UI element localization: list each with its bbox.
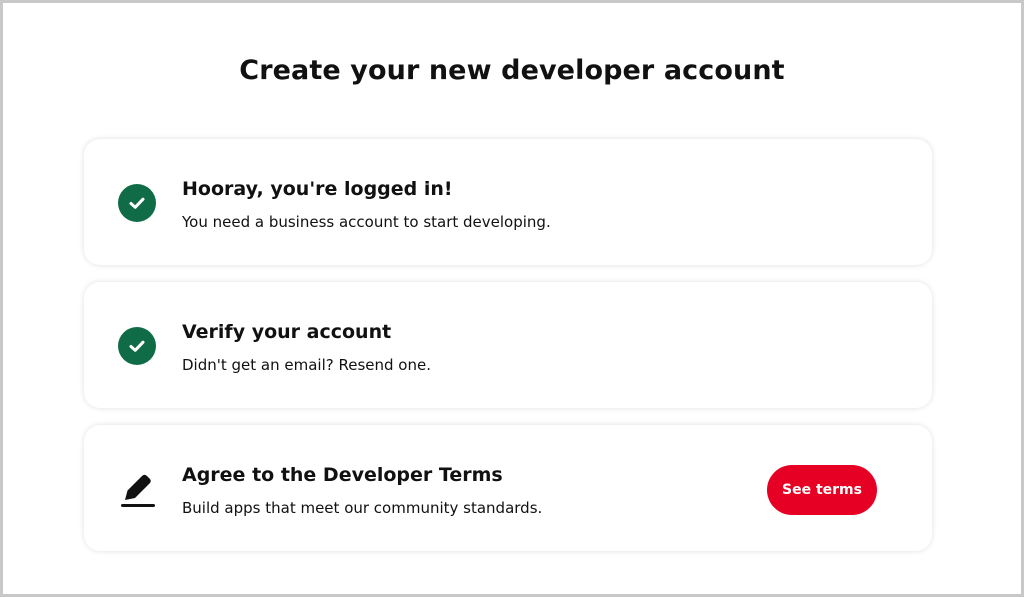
step-title: Agree to the Developer Terms [182, 464, 503, 486]
see-terms-button[interactable]: See terms [767, 465, 877, 515]
step-title: Hooray, you're logged in! [182, 178, 453, 200]
step-description: Didn't get an email? Resend one. [182, 356, 431, 374]
step-card-logged-in: Hooray, you're logged in! You need a bus… [84, 139, 932, 265]
page-title: Create your new developer account [239, 55, 785, 86]
step-description: Build apps that meet our community stand… [182, 499, 543, 517]
pen-icon [119, 469, 157, 509]
check-circle-icon [118, 327, 156, 365]
page-frame: Create your new developer account Hooray… [0, 0, 1024, 597]
step-title: Verify your account [182, 321, 392, 343]
step-card-terms: Agree to the Developer Terms Build apps … [84, 425, 932, 551]
step-card-verify: Verify your account Didn't get an email?… [84, 282, 932, 408]
step-description: You need a business account to start dev… [182, 213, 551, 231]
check-circle-icon [118, 184, 156, 222]
